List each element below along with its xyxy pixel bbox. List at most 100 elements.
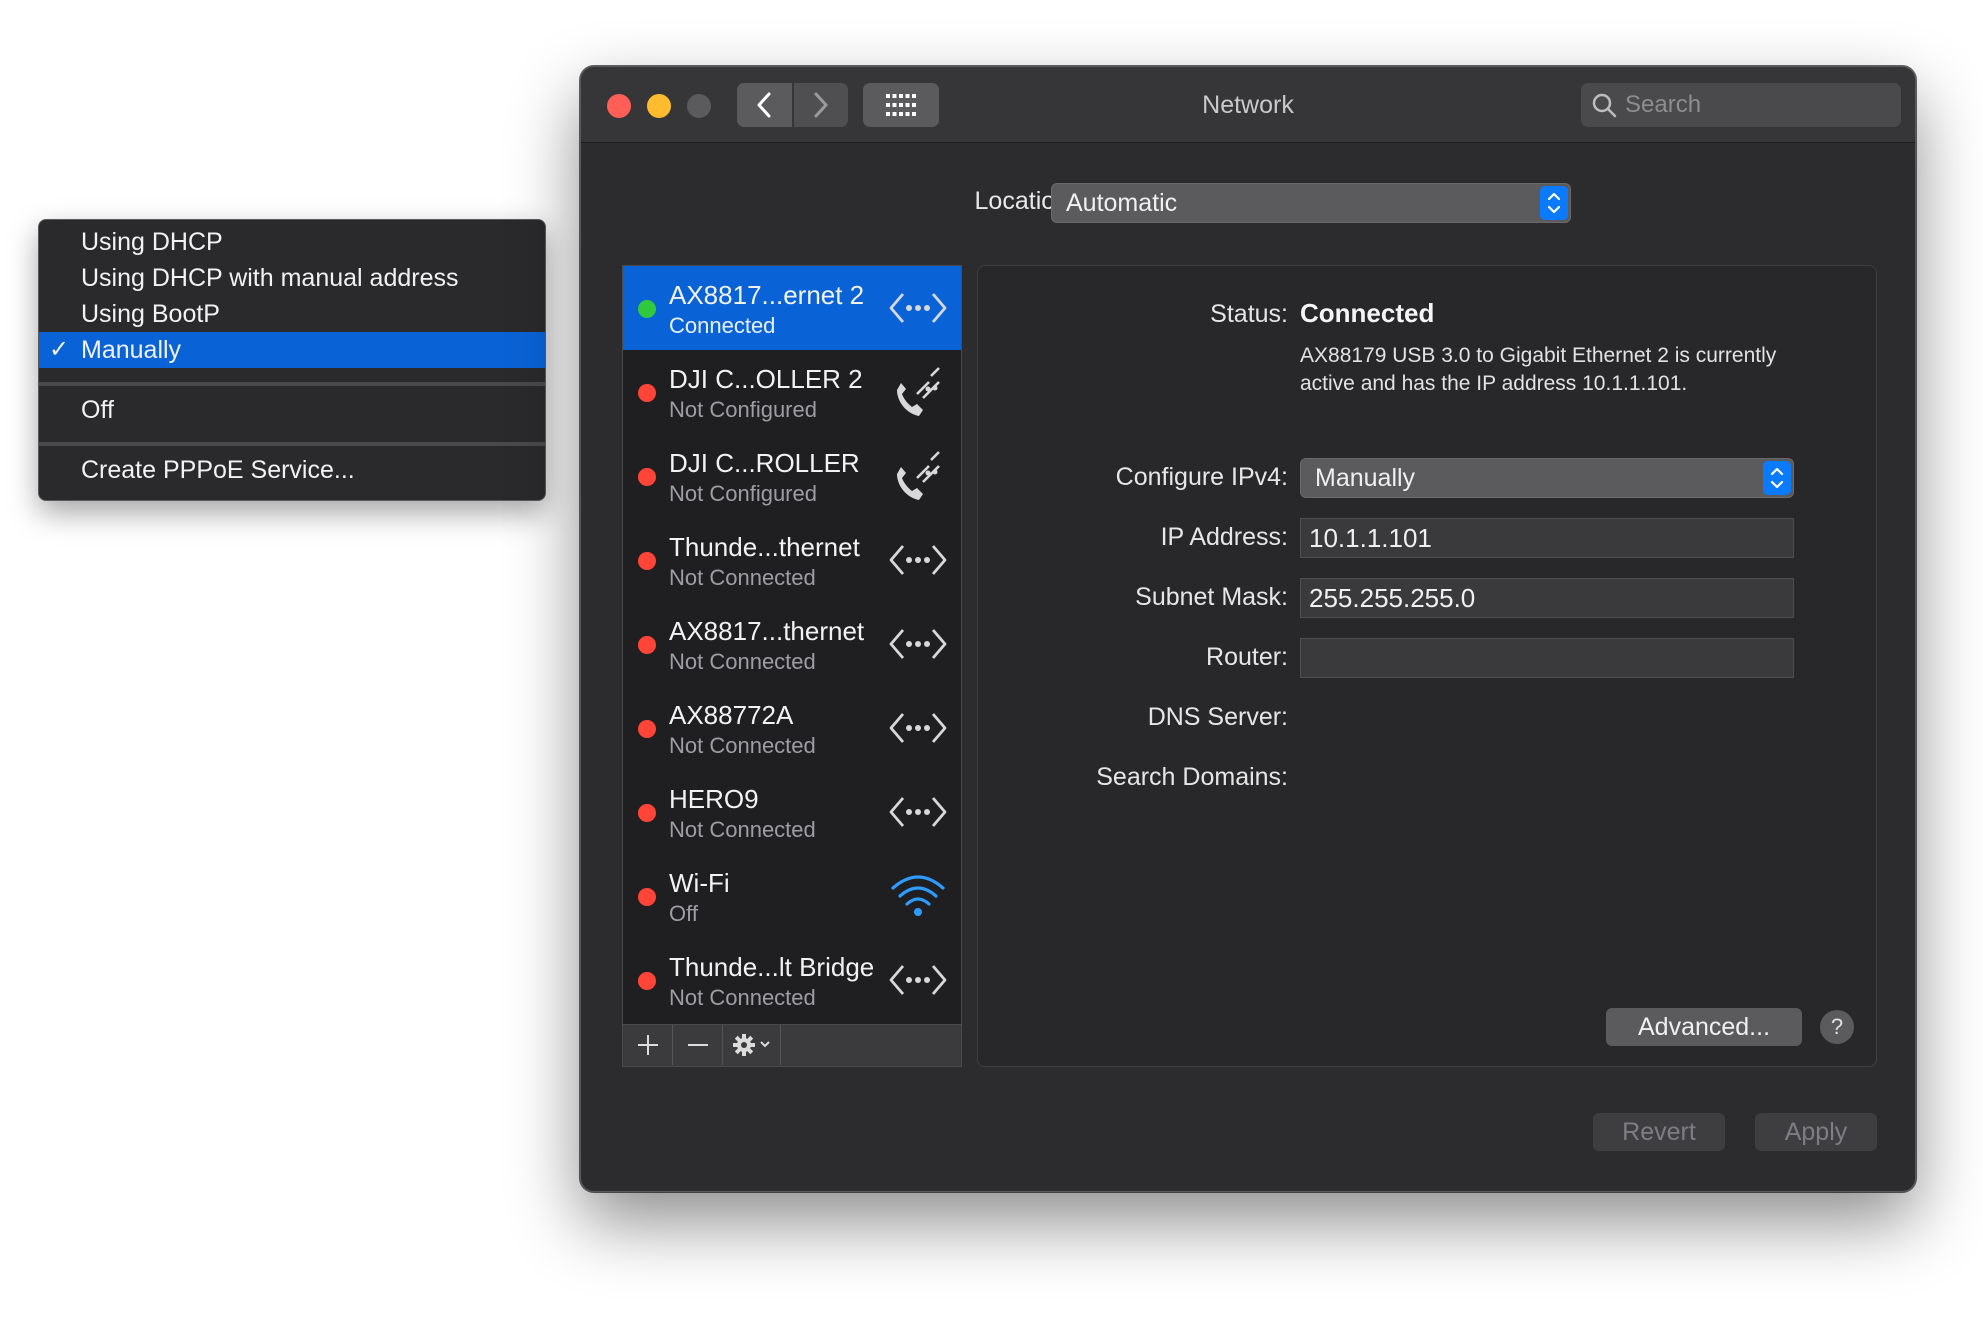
phone-icon	[887, 364, 949, 420]
search-domains-label: Search Domains:	[1096, 763, 1288, 791]
back-button[interactable]	[737, 83, 792, 127]
close-button[interactable]	[607, 94, 631, 118]
revert-button[interactable]: Revert	[1593, 1113, 1725, 1151]
apply-button[interactable]: Apply	[1755, 1113, 1877, 1151]
show-all-button[interactable]	[863, 83, 939, 127]
location-popup[interactable]: Automatic	[1051, 183, 1571, 223]
service-status: Off	[669, 901, 698, 926]
menu-item-create-pppoe[interactable]: Create PPPoE Service...	[39, 452, 545, 488]
help-button[interactable]: ?	[1820, 1010, 1854, 1044]
configure-ipv4-label: Configure IPv4:	[1115, 463, 1288, 491]
menu-item-label: Using DHCP with manual address	[81, 264, 459, 292]
menu-separator	[39, 382, 545, 386]
service-status: Not Configured	[669, 397, 817, 422]
plus-icon	[637, 1035, 658, 1055]
location-value: Automatic	[1066, 188, 1178, 217]
service-status: Not Connected	[669, 985, 816, 1010]
router-field[interactable]	[1300, 638, 1794, 678]
service-item[interactable]: Thunde...lt Bridge Not Connected	[623, 938, 961, 1022]
service-status: Not Connected	[669, 649, 816, 674]
minus-icon	[687, 1044, 708, 1046]
ip-address-label: IP Address:	[1160, 523, 1288, 551]
advanced-button[interactable]: Advanced...	[1606, 1008, 1802, 1046]
menu-item-using-bootp[interactable]: Using BootP	[39, 296, 545, 332]
service-name: DJI C...ROLLER	[669, 448, 860, 478]
status-dot-icon	[638, 384, 656, 402]
menu-item-using-dhcp-manual[interactable]: Using DHCP with manual address	[39, 260, 545, 296]
status-dot-icon	[638, 888, 656, 906]
ethernet-icon	[887, 280, 949, 336]
menu-item-using-dhcp[interactable]: Using DHCP	[39, 224, 545, 260]
ip-address-field[interactable]: 10.1.1.101	[1300, 518, 1794, 558]
status-dot-icon	[638, 552, 656, 570]
service-detail-pane: Status: Connected AX88179 USB 3.0 to Gig…	[977, 265, 1877, 1067]
navigation-buttons	[737, 83, 848, 127]
search-field[interactable]: Search	[1581, 83, 1901, 127]
subnet-mask-field[interactable]: 255.255.255.0	[1300, 578, 1794, 618]
service-item[interactable]: HERO9 Not Connected	[623, 770, 961, 854]
service-name: AX88772A	[669, 700, 794, 730]
menu-item-label: Using DHCP	[81, 228, 223, 256]
service-name: Wi-Fi	[669, 868, 730, 898]
service-status: Not Connected	[669, 817, 816, 842]
menu-item-manually[interactable]: ✓ Manually	[39, 332, 545, 368]
service-item[interactable]: AX88772A Not Connected	[623, 686, 961, 770]
status-label: Status:	[1210, 300, 1288, 328]
service-item[interactable]: Wi-Fi Off	[623, 854, 961, 938]
service-name: Thunde...thernet	[669, 532, 860, 562]
service-item[interactable]: Thunde...thernet Not Connected	[623, 518, 961, 602]
wifi-icon	[887, 868, 949, 924]
menu-item-label: Off	[81, 396, 114, 424]
status-dot-icon	[638, 468, 656, 486]
service-item[interactable]: DJI C...ROLLER Not Configured	[623, 434, 961, 518]
service-name: AX8817...thernet	[669, 616, 865, 646]
popup-arrows-icon	[1540, 186, 1568, 220]
menu-separator	[39, 442, 545, 446]
service-item[interactable]: AX8817...ernet 2 Connected	[623, 266, 961, 350]
subnet-mask-label: Subnet Mask:	[1135, 583, 1288, 611]
ip-address-value: 10.1.1.101	[1309, 522, 1432, 553]
status-dot-icon	[638, 720, 656, 738]
service-status: Not Connected	[669, 733, 816, 758]
ethernet-icon	[887, 616, 949, 672]
search-icon	[1592, 93, 1617, 118]
popup-arrows-icon	[1763, 461, 1791, 495]
status-dot-icon	[638, 972, 656, 990]
grid-icon	[886, 94, 916, 116]
service-name: Thunde...lt Bridge	[669, 952, 875, 982]
search-placeholder: Search	[1625, 91, 1702, 118]
phone-icon	[887, 448, 949, 504]
chevron-left-icon	[757, 92, 771, 118]
configure-ipv4-value: Manually	[1315, 463, 1416, 492]
router-label: Router:	[1206, 643, 1288, 671]
service-name: DJI C...OLLER 2	[669, 364, 863, 394]
service-actions-button[interactable]	[723, 1025, 781, 1065]
titlebar: Network Search	[581, 67, 1915, 143]
add-service-button[interactable]	[623, 1025, 673, 1065]
service-list-toolbar	[622, 1025, 962, 1067]
menu-item-label: Create PPPoE Service...	[81, 456, 355, 484]
status-description: AX88179 USB 3.0 to Gigabit Ethernet 2 is…	[1300, 344, 1777, 395]
service-status: Not Configured	[669, 481, 817, 506]
service-status: Connected	[669, 313, 776, 338]
status-value: Connected	[1300, 298, 1435, 328]
minimize-button[interactable]	[647, 94, 671, 118]
dns-server-label: DNS Server:	[1147, 703, 1288, 731]
menu-item-off[interactable]: Off	[39, 392, 545, 428]
ethernet-icon	[887, 532, 949, 588]
gear-icon	[732, 1034, 770, 1056]
forward-button[interactable]	[793, 83, 848, 127]
service-name: AX8817...ernet 2	[669, 280, 865, 310]
menu-item-label: Using BootP	[81, 300, 220, 328]
remove-service-button[interactable]	[673, 1025, 723, 1065]
ethernet-icon	[887, 952, 949, 1008]
configure-ipv4-popup[interactable]: Manually	[1300, 458, 1794, 498]
chevron-right-icon	[814, 92, 828, 118]
service-list: AX8817...ernet 2 Connected DJI C...OLLER 2…	[622, 265, 962, 1025]
service-item[interactable]: DJI C...OLLER 2 Not Configured	[623, 350, 961, 434]
service-item[interactable]: AX8817...thernet Not Connected	[623, 602, 961, 686]
network-preferences-window: Network Search Location: Automatic AX881…	[580, 66, 1916, 1192]
service-name: HERO9	[669, 784, 759, 814]
ethernet-icon	[887, 700, 949, 756]
zoom-button[interactable]	[687, 94, 711, 118]
